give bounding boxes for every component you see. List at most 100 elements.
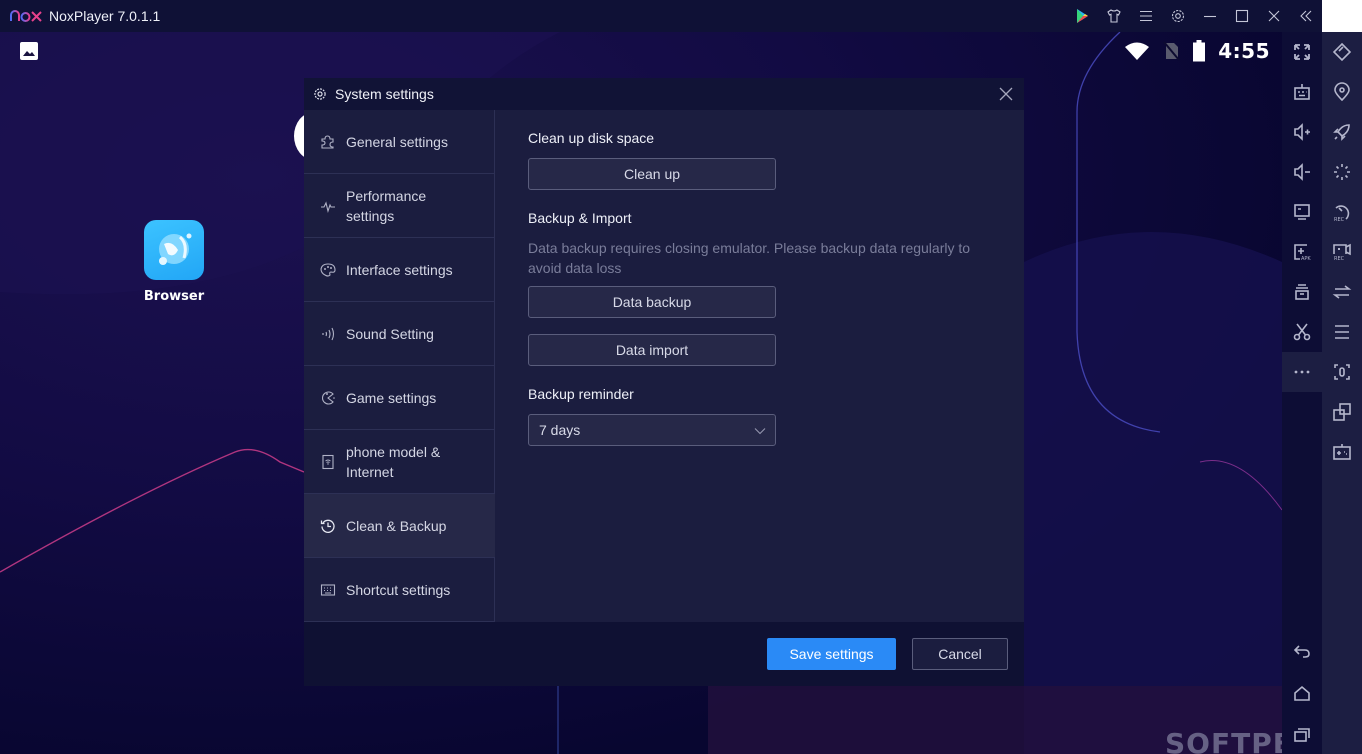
theme-button[interactable] <box>1098 0 1130 32</box>
nav-item-shortcut[interactable]: Shortcut settings <box>304 558 495 622</box>
install-apk-button[interactable]: APK <box>1282 232 1322 272</box>
watermark-text: SOFTPEDIA <box>1165 727 1282 754</box>
capture-icon <box>1334 364 1350 380</box>
video-record-button[interactable]: REC <box>1322 232 1362 272</box>
maximize-button[interactable] <box>1226 0 1258 32</box>
nav-item-clean-backup[interactable]: Clean & Backup <box>304 494 495 558</box>
game-icon <box>322 390 335 405</box>
pulse-icon <box>321 200 335 213</box>
multi-drive-button[interactable] <box>1282 272 1322 312</box>
volume-down-button[interactable] <box>1282 152 1322 192</box>
window-controls <box>1066 0 1322 32</box>
browser-app-label: Browser <box>143 289 205 304</box>
monitor-icon <box>1294 204 1310 220</box>
nav-label: Shortcut settings <box>346 581 451 598</box>
rotate-icon <box>1332 42 1352 62</box>
scissors-icon <box>1293 323 1311 341</box>
rotate-button[interactable] <box>1322 32 1362 72</box>
dialog-title: System settings <box>335 86 434 102</box>
puzzle-icon <box>321 134 334 149</box>
shirt-icon <box>1107 9 1121 23</box>
battery-icon <box>1193 40 1206 62</box>
nav-item-general[interactable]: General settings <box>304 110 495 174</box>
browser-icon <box>159 233 192 265</box>
backup-import-title: Backup & Import <box>528 210 632 226</box>
capture-button[interactable] <box>1322 352 1362 392</box>
multi-instance-button[interactable] <box>1322 392 1362 432</box>
browser-app-icon[interactable] <box>144 220 204 280</box>
app-title: NoxPlayer 7.0.1.1 <box>49 8 161 24</box>
hamburger-icon <box>1335 325 1349 339</box>
loading-button[interactable] <box>1322 152 1362 192</box>
dialog-footer: Save settings Cancel <box>304 622 1024 686</box>
back-button[interactable] <box>1282 632 1322 672</box>
nav-label: Game settings <box>346 389 437 406</box>
nav-label: Performance settings <box>346 187 427 224</box>
home-button[interactable] <box>1282 674 1322 714</box>
toolbar-menu-button[interactable] <box>1322 312 1362 352</box>
data-backup-button[interactable]: Data backup <box>528 286 776 318</box>
settings-button[interactable] <box>1162 0 1194 32</box>
rocket-icon <box>1333 124 1350 141</box>
fullscreen-icon <box>1294 44 1310 60</box>
system-settings-dialog: System settings General settings Perform… <box>304 78 1024 686</box>
clean-up-button[interactable]: Clean up <box>528 158 776 190</box>
multi-window-icon <box>1333 403 1351 421</box>
keyboard-mapping-button[interactable] <box>1282 72 1322 112</box>
screen-button[interactable] <box>1282 192 1322 232</box>
nav-item-sound[interactable]: Sound Setting <box>304 302 495 366</box>
dialog-header: System settings <box>304 78 1024 110</box>
keyboard-icon <box>1294 84 1310 100</box>
close-button[interactable] <box>1258 0 1290 32</box>
no-sim-icon <box>1163 41 1181 61</box>
volume-down-icon <box>1294 163 1310 181</box>
recent-apps-button[interactable] <box>1282 714 1322 754</box>
nav-item-interface[interactable]: Interface settings <box>304 238 495 302</box>
location-button[interactable] <box>1322 72 1362 112</box>
nav-item-game[interactable]: Game settings <box>304 366 495 430</box>
nav-item-phone-internet[interactable]: phone model & Internet <box>304 430 495 494</box>
macro-rec-icon: REC <box>1334 205 1350 222</box>
sync-button[interactable] <box>1322 272 1362 312</box>
keyboard-icon <box>320 583 336 596</box>
screenshot-button[interactable] <box>1282 312 1322 352</box>
back-icon <box>1293 645 1310 658</box>
double-chevron-left-icon <box>1300 10 1312 22</box>
chevron-down-icon <box>754 428 766 435</box>
cleanup-title: Clean up disk space <box>528 130 655 146</box>
more-button[interactable] <box>1282 352 1322 392</box>
status-bar: 4:55 <box>1124 38 1270 64</box>
menu-button[interactable] <box>1130 0 1162 32</box>
volume-up-button[interactable] <box>1282 112 1322 152</box>
dialog-close-button[interactable] <box>994 82 1018 106</box>
boost-button[interactable] <box>1322 112 1362 152</box>
loading-icon <box>1334 164 1350 180</box>
phone-wifi-icon <box>322 454 334 469</box>
wifi-icon <box>1125 42 1150 60</box>
minimize-button[interactable] <box>1194 0 1226 32</box>
drive-icon <box>1295 284 1309 300</box>
gamepad-button[interactable] <box>1322 432 1362 472</box>
nav-item-performance[interactable]: Performance settings <box>304 174 495 238</box>
history-icon <box>320 519 335 533</box>
video-rec-icon: REC <box>1333 243 1351 262</box>
backup-reminder-select[interactable]: 7 days <box>528 414 776 446</box>
nav-label: phone model & Internet <box>346 443 441 480</box>
location-icon <box>1334 82 1350 102</box>
nav-label: Sound Setting <box>346 325 434 342</box>
title-corner <box>1322 0 1362 32</box>
cancel-button[interactable]: Cancel <box>912 638 1008 670</box>
play-store-button[interactable] <box>1066 0 1098 32</box>
gear-icon <box>1171 9 1185 23</box>
home-icon <box>1294 685 1310 701</box>
toolbar-right: REC REC <box>1322 32 1362 754</box>
backup-reminder-value: 7 days <box>539 422 581 438</box>
data-import-button[interactable]: Data import <box>528 334 776 366</box>
nox-logo <box>10 10 42 22</box>
fullscreen-button[interactable] <box>1282 32 1322 72</box>
backup-reminder-title: Backup reminder <box>528 386 634 402</box>
macro-record-button[interactable]: REC <box>1322 192 1362 232</box>
save-settings-button[interactable]: Save settings <box>767 638 896 670</box>
collapse-sidebar-button[interactable] <box>1290 0 1322 32</box>
gamepad-icon <box>1333 444 1351 460</box>
